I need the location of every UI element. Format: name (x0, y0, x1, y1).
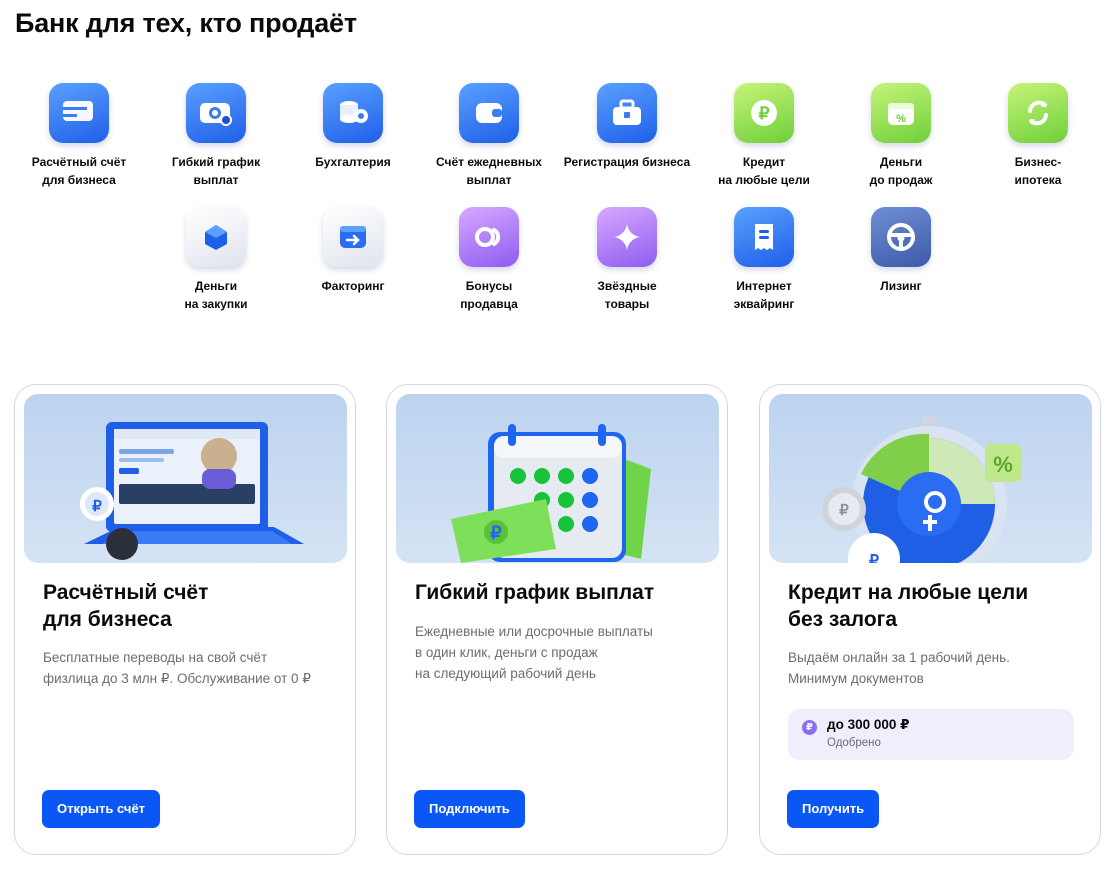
card-settlement-account: ₽ Расчётный счёт для бизнеса Бесплатные … (14, 384, 356, 855)
get-credit-button[interactable]: Получить (787, 790, 880, 828)
card-title: Кредит на любые цели без залога (788, 581, 1029, 631)
page-title: Банк для тех, кто продаёт (15, 8, 357, 38)
ruble-coin-icon: ₽ (734, 83, 794, 143)
service-money-for-purchases[interactable]: Деньги на закупки (148, 207, 284, 313)
service-leasing[interactable]: Лизинг (833, 207, 969, 295)
card-description: Ежедневные или досрочные выплаты в один … (415, 624, 653, 681)
ruble-icon: ₽ (802, 720, 817, 735)
service-label: Бизнес- ипотека (1014, 155, 1062, 187)
svg-text:₽: ₽ (839, 502, 849, 519)
steering-wheel-icon (871, 207, 931, 267)
service-factoring[interactable]: Факторинг (285, 207, 421, 295)
approval-status: Одобрено (827, 737, 881, 749)
svg-text:%: % (993, 452, 1013, 477)
bonus-icon (459, 207, 519, 267)
coins-icon (323, 83, 383, 143)
svg-text:%: % (896, 113, 906, 125)
service-label: Деньги до продаж (869, 155, 933, 187)
approved-amount: до 300 000 ₽ (827, 717, 910, 732)
card-credit: % ₽ ₽ Кредит на любые цели без залога Вы… (759, 384, 1101, 855)
service-seller-bonuses[interactable]: Бонусы продавца (421, 207, 557, 313)
service-label: Деньги на закупки (184, 279, 248, 311)
service-settlement-account[interactable]: Расчётный счёт для бизнеса (11, 83, 147, 189)
open-account-button[interactable]: Открыть счёт (42, 790, 161, 828)
service-label: Факторинг (321, 279, 385, 293)
svg-text:₽: ₽ (490, 523, 502, 543)
service-label: Расчётный счёт для бизнеса (31, 155, 127, 187)
card-icon (49, 83, 109, 143)
service-label: Регистрация бизнеса (563, 155, 691, 169)
service-label: Интернет эквайринг (733, 279, 795, 311)
money-icon (186, 83, 246, 143)
service-business-mortgage[interactable]: Бизнес- ипотека (970, 83, 1106, 189)
approved-amount-badge: ₽ до 300 000 ₽ Одобрено (788, 709, 1074, 760)
svg-text:₽: ₽ (92, 498, 102, 515)
service-money-before-sales[interactable]: % Деньги до продаж (833, 83, 969, 189)
service-label: Бухгалтерия (315, 155, 391, 169)
card-title: Гибкий график выплат (415, 581, 655, 604)
service-label: Счёт ежедневных выплат (436, 155, 542, 187)
percent-box-icon: % (871, 83, 931, 143)
service-credit[interactable]: ₽ Кредит на любые цели (696, 83, 832, 189)
service-label: Гибкий график выплат (171, 155, 261, 187)
transfer-box-icon (323, 207, 383, 267)
refresh-icon (1008, 83, 1068, 143)
laptop-illustration: ₽ (24, 394, 347, 563)
service-internet-acquiring[interactable]: Интернет эквайринг (696, 207, 832, 313)
wallet-icon (459, 83, 519, 143)
cube-icon (186, 207, 246, 267)
svg-text:₽: ₽ (869, 553, 879, 563)
service-accounting[interactable]: Бухгалтерия (285, 83, 421, 171)
service-flexible-payouts[interactable]: Гибкий график выплат (148, 83, 284, 189)
service-label: Лизинг (880, 279, 922, 293)
briefcase-icon (597, 83, 657, 143)
card-title: Расчётный счёт для бизнеса (43, 581, 209, 631)
card-description: Бесплатные переводы на свой счёт физлица… (43, 650, 311, 686)
service-star-products[interactable]: Звёздные товары (559, 207, 695, 313)
stopwatch-illustration: % ₽ ₽ (769, 394, 1092, 563)
star-icon (597, 207, 657, 267)
service-label: Кредит на любые цели (718, 155, 810, 187)
svg-text:₽: ₽ (759, 104, 770, 123)
service-daily-payouts-account[interactable]: Счёт ежедневных выплат (421, 83, 557, 189)
service-label: Бонусы продавца (460, 279, 518, 311)
calendar-illustration: ₽ (396, 394, 719, 563)
card-flexible-payouts: ₽ Гибкий график выплат Ежедневные или до… (386, 384, 728, 855)
receipt-icon (734, 207, 794, 267)
card-description: Выдаём онлайн за 1 рабочий день. Минимум… (788, 650, 1010, 686)
service-label: Звёздные товары (597, 279, 657, 311)
service-business-registration[interactable]: Регистрация бизнеса (559, 83, 695, 171)
connect-button[interactable]: Подключить (414, 790, 525, 828)
